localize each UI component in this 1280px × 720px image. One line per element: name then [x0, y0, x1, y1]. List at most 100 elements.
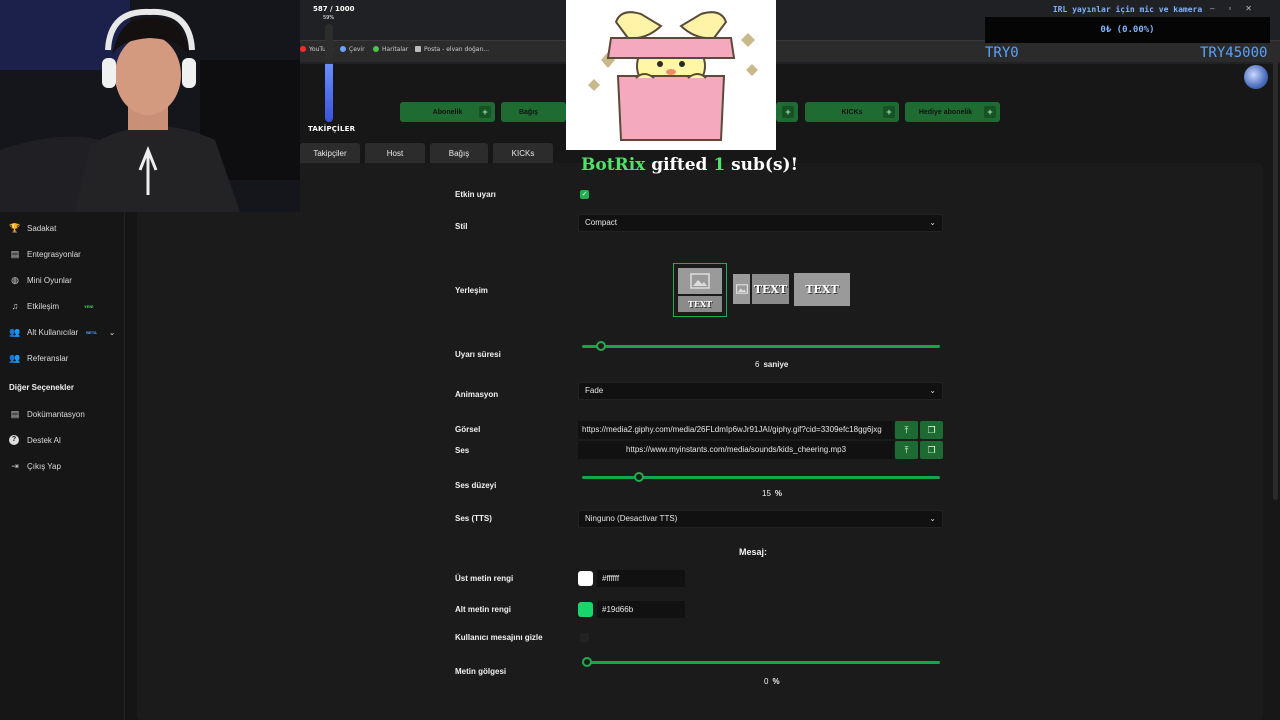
referral-icon: 👥 — [9, 352, 21, 363]
sidebar-item-label: Çıkış Yap — [27, 461, 61, 471]
bottom-color-label: Alt metin rengi — [455, 605, 512, 614]
tab-host[interactable]: Host — [365, 143, 425, 163]
enabled-checkbox[interactable]: ✓ — [580, 190, 589, 199]
follower-count: 587 / 1000 — [313, 5, 355, 13]
alert-tab-hidden[interactable]: + — [776, 102, 798, 122]
sidebar-section-title: Diğer Seçenekler — [9, 383, 74, 392]
trophy-icon: 🏆 — [9, 222, 21, 233]
hide-message-checkbox[interactable] — [580, 633, 589, 642]
gift-user: BotRix — [581, 155, 646, 175]
plus-icon[interactable]: + — [782, 106, 794, 118]
image-label: Görsel — [455, 425, 481, 434]
beta-badge: BETA — [86, 329, 97, 335]
follower-label: TAKİPÇİLER — [308, 125, 356, 133]
bottom-color-swatch[interactable] — [578, 602, 593, 617]
slider-thumb[interactable] — [595, 341, 606, 351]
volume-value: 15% — [762, 489, 783, 498]
sound-label: Ses — [455, 446, 470, 455]
youtube-icon — [300, 46, 306, 52]
sidebar-item-loyalty[interactable]: 🏆 Sadakat — [9, 219, 56, 237]
alert-tab-label: Hediye abonelik — [918, 108, 973, 116]
close-icon[interactable]: ✕ — [1245, 4, 1266, 13]
tts-value: Ninguno (Desactivar TTS) — [585, 514, 678, 523]
chevron-down-icon[interactable]: ⌄ — [109, 328, 116, 337]
gallery-icon[interactable]: ❐ — [920, 421, 943, 439]
puzzle-icon: ▤ — [10, 248, 20, 259]
music-icon: ♫ — [11, 301, 19, 311]
sidebar-item-label: Destek Al — [27, 435, 61, 445]
sidebar-item-label: Sadakat — [27, 223, 57, 233]
page-scrollbar[interactable] — [1273, 60, 1278, 500]
sidebar-item-support[interactable]: ? Destek Al — [9, 431, 61, 449]
shadow-value: 0% — [764, 677, 780, 686]
chevron-down-icon: ⌄ — [929, 514, 936, 523]
sidebar-item-interaction[interactable]: ♫ Etkileşim YENİ — [9, 297, 94, 315]
gift-alert-image — [566, 0, 776, 150]
slider-thumb[interactable] — [582, 657, 592, 667]
sidebar-item-subusers[interactable]: 👥 Alt Kullanıcılar BETA ⌄ — [9, 323, 115, 341]
irl-banner-text: IRL yayınlar için mic ve kamera — [1052, 5, 1203, 14]
image-url-input[interactable]: https://media2.giphy.com/media/26FLdmIp6… — [578, 421, 894, 439]
help-icon: ? — [9, 435, 19, 445]
top-color-input[interactable]: #ffffff — [597, 570, 685, 587]
alert-tab-kicks[interactable]: KICKs + — [805, 102, 899, 122]
placement-option-stacked[interactable]: TEXT — [673, 263, 727, 317]
placement-option-overlay[interactable]: TEXT — [794, 273, 850, 306]
tts-select[interactable]: Ninguno (Desactivar TTS) ⌄ — [578, 510, 943, 528]
gamepad-icon: ◍ — [11, 274, 19, 285]
animation-select[interactable]: Fade ⌄ — [578, 382, 943, 400]
plus-icon[interactable]: + — [984, 106, 996, 118]
message-heading: Mesaj: — [739, 547, 768, 557]
alert-tab-gift-sub[interactable]: Hediye abonelik + — [905, 102, 1000, 122]
sidebar-item-referrals[interactable]: 👥 Referanslar — [9, 349, 68, 367]
bottom-color-input[interactable]: #19d66b — [597, 601, 685, 618]
placement-text-preview: TEXT — [678, 296, 722, 312]
alert-tab-label: Bağış — [518, 108, 539, 116]
minimize-icon[interactable]: – — [1210, 4, 1228, 13]
tab-kicks[interactable]: KICKs — [493, 143, 553, 163]
logout-icon: ⇥ — [11, 460, 19, 471]
style-select[interactable]: Compact ⌄ — [578, 214, 943, 232]
gift-suffix: sub(s)! — [731, 155, 799, 175]
maps-icon — [373, 46, 379, 52]
shadow-slider[interactable] — [582, 657, 940, 667]
upload-icon[interactable]: ⤒ — [895, 441, 918, 459]
top-color-label: Üst metin rengi — [455, 574, 514, 583]
bookmark-maps[interactable]: Haritalar — [373, 46, 408, 53]
sidebar-item-minigames[interactable]: ◍ Mini Oyunlar — [9, 271, 72, 289]
top-color-swatch[interactable] — [578, 571, 593, 586]
bookmark-mail[interactable]: Posta - elvan doğan... — [415, 46, 489, 53]
duration-label: Uyarı süresi — [455, 350, 501, 359]
volume-slider[interactable] — [582, 472, 940, 482]
enabled-label: Etkin uyarı — [455, 190, 496, 199]
gallery-icon[interactable]: ❐ — [920, 441, 943, 459]
sidebar-item-label: Entegrasyonlar — [27, 249, 81, 259]
upload-icon[interactable]: ⤒ — [895, 421, 918, 439]
style-value: Compact — [585, 218, 618, 227]
sidebar-item-label: Alt Kullanıcılar — [27, 327, 79, 337]
sidebar-item-integrations[interactable]: ▤ Entegrasyonlar — [9, 245, 81, 263]
duration-value: 6 saniye — [755, 360, 789, 369]
sidebar-item-docs[interactable]: ▤ Dokümantasyon — [9, 405, 85, 423]
follower-progress-fill — [325, 64, 333, 122]
tab-followers[interactable]: Takipçiler — [300, 143, 360, 163]
bookmarks-bar: YouTube Çevir Haritalar Posta - elvan do… — [300, 40, 1280, 62]
donation-goal-start: TRY0 — [985, 45, 1019, 61]
bookmark-translate[interactable]: Çevir — [340, 46, 365, 53]
image-icon — [733, 274, 750, 304]
placement-option-side[interactable]: TEXT — [733, 274, 789, 304]
alert-tab-subscription[interactable]: Abonelik + — [400, 102, 495, 122]
plus-icon[interactable]: + — [479, 106, 491, 118]
sound-url-input[interactable]: https://www.myinstants.com/media/sounds/… — [578, 441, 894, 459]
plus-icon[interactable]: + — [883, 106, 895, 118]
sidebar-item-logout[interactable]: ⇥ Çıkış Yap — [9, 457, 61, 475]
maximize-icon[interactable]: ▫ — [1228, 4, 1245, 13]
alert-tab-donation[interactable]: Bağış — [501, 102, 566, 122]
duration-slider[interactable] — [582, 341, 940, 351]
placement-label: Yerleşim — [455, 286, 488, 295]
volume-label: Ses düzeyi — [455, 481, 497, 490]
hide-message-label: Kullanıcı mesajını gizle — [455, 633, 543, 642]
sidebar-item-label: Dokümantasyon — [27, 409, 85, 419]
user-avatar[interactable] — [1244, 65, 1268, 89]
tab-donation[interactable]: Bağış — [430, 143, 488, 163]
